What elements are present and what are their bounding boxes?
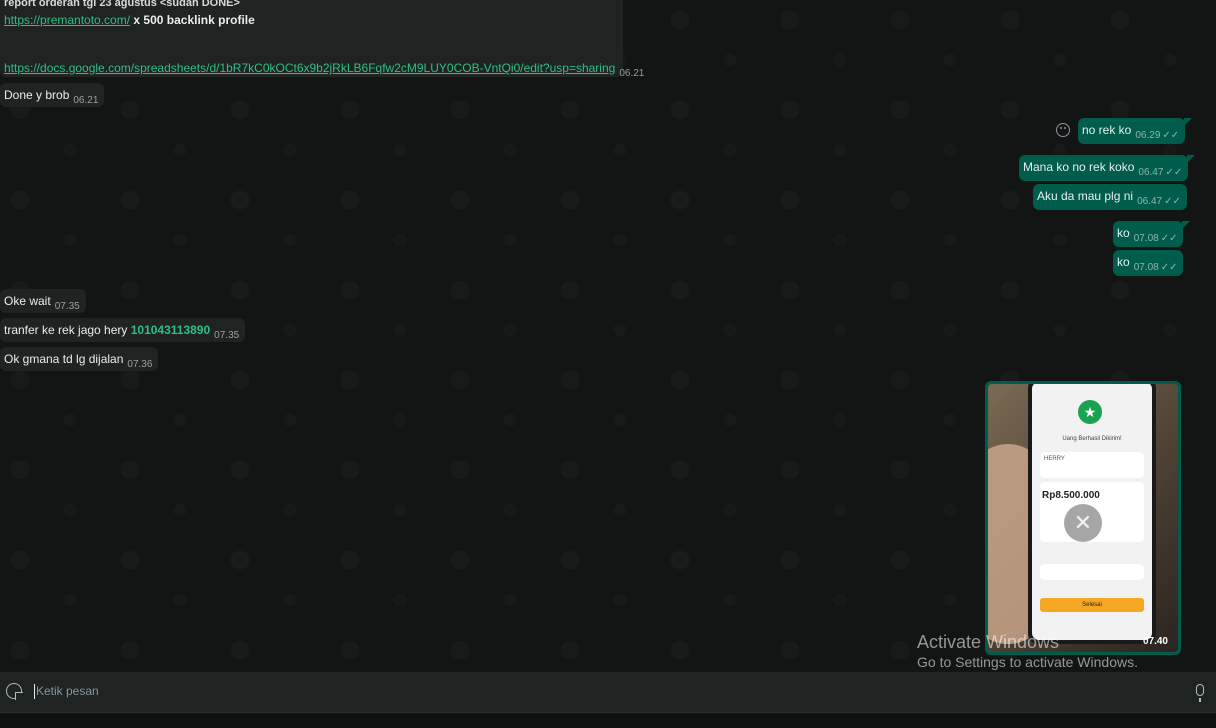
message-time: 06.21 <box>73 95 99 106</box>
chat-panel: report orderan tgl 23 agustus <sudah DON… <box>0 0 1216 672</box>
emoji-reaction-icon[interactable] <box>1056 123 1070 137</box>
incoming-message: report orderan tgl 23 agustus <sudah DON… <box>0 0 644 79</box>
message-time: 07.35 <box>54 301 80 312</box>
message-composer: Ketik pesan <box>0 672 1216 712</box>
read-ticks-icon: ✓✓ <box>1162 130 1180 141</box>
message-text: Ok gmana td lg dijalan <box>4 352 124 366</box>
message-time: 07.36 <box>127 359 153 370</box>
outgoing-message: Aku da mau plg ni 06.47 ✓✓ <box>1033 184 1187 210</box>
success-star-icon: ★ <box>1078 400 1102 424</box>
outgoing-message: ko 07.08 ✓✓ <box>1113 250 1184 276</box>
sticker-icon[interactable] <box>6 683 23 700</box>
message-time: 06.29 <box>1135 130 1161 141</box>
done-button: Selesai <box>1040 598 1144 612</box>
message-text: no rek ko <box>1082 123 1132 137</box>
transfer-photo[interactable]: ★ Uang Berhasil Dikirim! HERRY Rp8.500.0… <box>988 384 1178 652</box>
recipient-card: HERRY <box>1040 452 1144 478</box>
media-time: 07.40 <box>1142 636 1168 647</box>
message-time: 07.08 <box>1133 262 1159 273</box>
microphone-icon[interactable] <box>1196 684 1204 702</box>
message-link[interactable]: https://premantoto.com/ <box>4 13 130 27</box>
read-ticks-icon: ✓✓ <box>1165 167 1183 178</box>
message-input[interactable]: Ketik pesan <box>34 684 99 699</box>
read-ticks-icon: ✓✓ <box>1160 233 1178 244</box>
read-ticks-icon: ✓✓ <box>1160 262 1178 273</box>
incoming-message: Oke wait 07.35 <box>0 289 86 313</box>
image-message[interactable]: ★ Uang Berhasil Dikirim! HERRY Rp8.500.0… <box>985 381 1181 655</box>
read-ticks-icon: ✓✓ <box>1164 196 1181 207</box>
message-text: Aku da mau plg ni <box>1037 189 1134 203</box>
message-text: Done y brob <box>4 88 70 102</box>
screen-title: Uang Berhasil Dikirim! <box>1062 436 1122 442</box>
recipient-name: HERRY <box>1044 456 1065 462</box>
message-text: Oke wait <box>4 294 51 308</box>
incoming-message: Ok gmana td lg dijalan 07.36 <box>0 347 159 371</box>
transfer-amount: Rp8.500.000 <box>1042 490 1100 501</box>
message-text: Mana ko no rek koko <box>1023 160 1135 174</box>
incoming-message: Done y brob 06.21 <box>0 83 105 107</box>
message-time: 06.21 <box>619 68 645 79</box>
outgoing-message: ko 07.08 ✓✓ <box>1113 221 1192 247</box>
windows-watermark: Activate Windows Go to Settings to activ… <box>917 632 1138 672</box>
watermark-title: Activate Windows <box>917 632 1060 652</box>
message-time: 07.35 <box>214 330 240 341</box>
incoming-message: tranfer ke rek jago hery 101043113890 07.… <box>0 318 246 342</box>
message-text: tranfer ke rek jago hery <box>4 323 131 337</box>
message-text: ko <box>1117 255 1130 269</box>
message-text: x 500 backlink profile <box>130 13 255 27</box>
message-text: ko <box>1117 226 1130 240</box>
account-number[interactable]: 101043113890 <box>131 323 210 337</box>
message-time: 06.47 <box>1138 167 1164 178</box>
close-icon[interactable]: ✕ <box>1064 504 1102 542</box>
message-time: 06.47 <box>1137 196 1163 207</box>
message-time: 07.08 <box>1133 233 1159 244</box>
outgoing-message: no rek ko 06.29 ✓✓ <box>1078 118 1193 144</box>
watermark-subtitle: Go to Settings to activate Windows. <box>917 654 1138 670</box>
message-text: report orderan tgl 23 agustus <sudah DON… <box>4 0 240 9</box>
outgoing-message: Mana ko no rek koko 06.47 ✓✓ <box>1019 155 1196 181</box>
message-link[interactable]: https://docs.google.com/spreadsheets/d/1… <box>4 61 615 75</box>
bottom-strip <box>0 712 1216 728</box>
detail-card <box>1040 564 1144 580</box>
